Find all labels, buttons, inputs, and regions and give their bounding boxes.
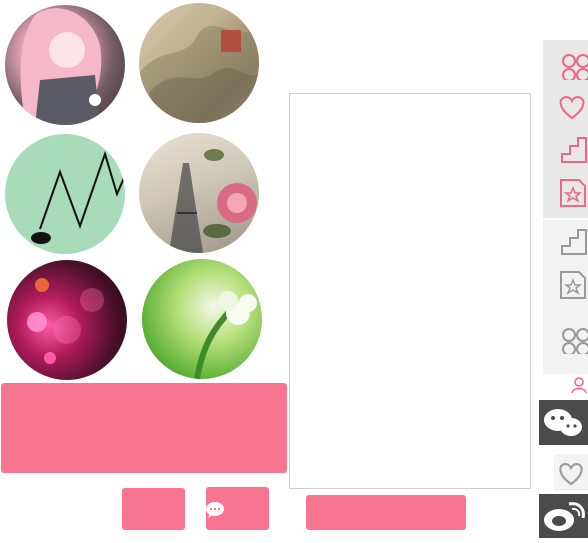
pink-button-left[interactable] (122, 488, 185, 530)
heart-button[interactable] (554, 454, 588, 491)
pink-banner[interactable] (1, 383, 287, 473)
avatar-anime-girl[interactable] (5, 5, 125, 125)
star-doc-icon[interactable] (556, 176, 588, 208)
content-panel (289, 93, 531, 489)
avatar-pink-bokeh[interactable] (7, 260, 127, 380)
comment-icon (206, 502, 224, 518)
pink-bokeh-art (27, 278, 104, 364)
avatar-ink-landscape[interactable] (139, 3, 259, 123)
star-doc-icon[interactable] (556, 268, 588, 300)
avatar-green-zigzag[interactable] (5, 134, 125, 254)
comment-button[interactable] (206, 487, 269, 530)
green-zigzag-art (31, 150, 125, 244)
wechat-icon[interactable] (539, 400, 588, 445)
eiffel-roses-art (169, 149, 257, 253)
pink-button-bottom[interactable] (306, 495, 466, 530)
weibo-icon[interactable] (539, 494, 588, 538)
avatar-eiffel-roses[interactable] (139, 133, 259, 253)
grid-icon[interactable] (556, 48, 588, 82)
grid-icon[interactable] (556, 322, 588, 356)
ink-landscape-art (139, 25, 259, 123)
stairs-icon[interactable] (556, 226, 588, 258)
anime-girl-art (20, 8, 102, 125)
stairs-icon[interactable] (556, 134, 588, 166)
heart-icon[interactable] (556, 90, 588, 122)
avatar-green-blossom[interactable] (142, 259, 262, 379)
user-icon[interactable] (570, 376, 588, 394)
green-blossom-art (194, 291, 257, 379)
